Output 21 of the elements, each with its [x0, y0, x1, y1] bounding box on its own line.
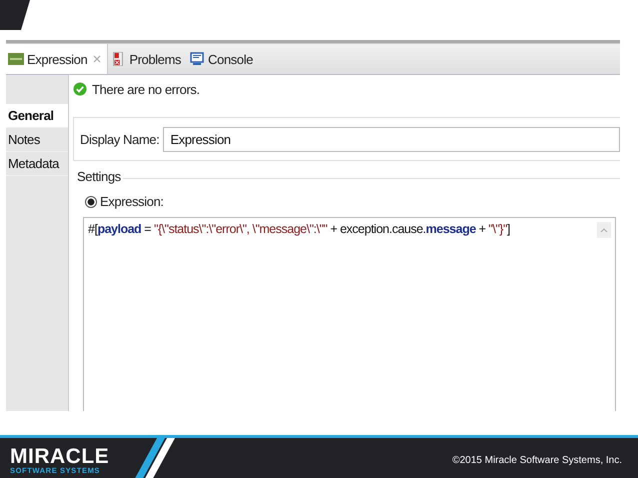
tab[interactable]: Problems: [108, 44, 188, 74]
console-icon: [189, 52, 206, 66]
code-editor[interactable]: #[payload = "{\"status\":\"error\", \"message\":\"" + exception.cause.message + "\"}"]: [83, 217, 616, 411]
sidebar-item[interactable]: Metadata: [6, 152, 68, 176]
scroll-up-icon[interactable]: [597, 222, 611, 238]
radio-label: Expression:: [100, 194, 164, 209]
sidebar-item[interactable]: General: [6, 104, 68, 128]
module-icon: [8, 52, 24, 66]
close-icon[interactable]: [93, 55, 102, 63]
display-name-field[interactable]: Expression: [163, 127, 620, 152]
corner-decoration: [0, 0, 30, 30]
check-icon: [73, 82, 87, 96]
group-title: Settings: [77, 169, 121, 184]
sidebar-item[interactable]: Notes: [6, 128, 68, 152]
radio-button[interactable]: [85, 196, 97, 208]
status-message: There are no errors.: [92, 82, 200, 96]
copyright-text: ©2015 Miracle Software Systems, Inc.: [452, 454, 622, 466]
field-label: Display Name:: [80, 132, 160, 147]
code-line: #[payload = "{\"status\":\"error\", \"message\":\"" + exception.cause.message + "\"}"]: [88, 222, 511, 236]
tab[interactable]: Expression: [6, 44, 108, 74]
tab[interactable]: Console: [187, 44, 259, 74]
